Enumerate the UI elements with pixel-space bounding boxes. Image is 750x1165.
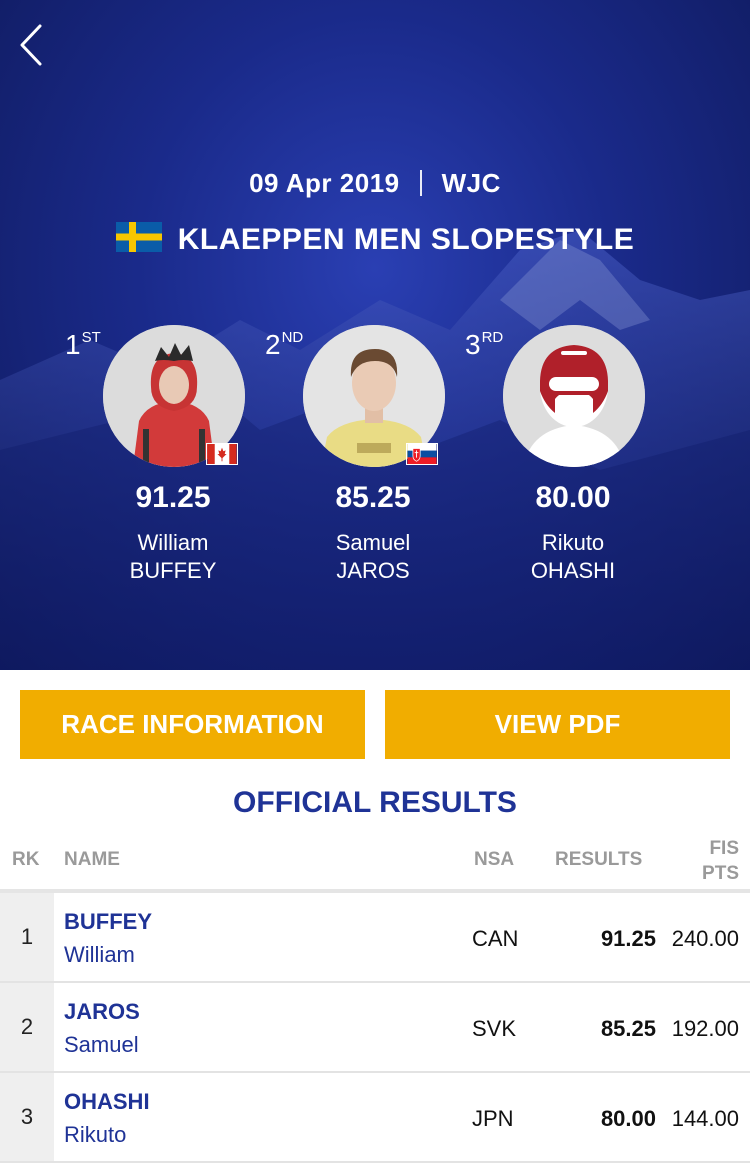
view-pdf-button[interactable]: VIEW PDF	[385, 690, 730, 759]
podium-rank: 1ST	[65, 329, 101, 360]
slovakia-flag-icon	[406, 443, 438, 465]
event-category: WJC	[441, 168, 501, 198]
row-first-name: Rikuto	[64, 1122, 127, 1147]
event-hero: 09 Apr 2019 WJC KLAEPPEN MEN SLOPESTYLE 1…	[0, 0, 750, 670]
column-fis-pts: FIS PTS	[702, 838, 739, 884]
results-title: OFFICIAL RESULTS	[233, 786, 517, 819]
row-fis-points: 144.00	[671, 1106, 739, 1131]
row-first-name: Samuel	[64, 1032, 139, 1057]
podium-rank: 2ND	[265, 329, 304, 360]
athlete-score: 80.00	[535, 481, 611, 514]
row-fis-points: 240.00	[671, 926, 739, 951]
row-last-name: JAROS	[64, 999, 140, 1024]
row-rank: 1	[0, 893, 54, 981]
athlete-last-name: BUFFEY	[129, 558, 217, 583]
sweden-flag-icon	[115, 222, 162, 252]
row-last-name: BUFFEY	[64, 909, 152, 934]
column-name: NAME	[64, 849, 120, 870]
row-rank: 2	[0, 983, 54, 1071]
row-last-name: OHASHI	[64, 1089, 150, 1114]
table-row[interactable]: 1 BUFFEY William CAN 91.25 240.00	[0, 893, 750, 983]
table-row[interactable]: 3 OHASHI Rikuto JPN 80.00 144.00	[0, 1073, 750, 1163]
podium-second[interactable]: 2ND 85.25 Samuel JAROS	[265, 325, 473, 595]
column-nsa: NSA	[474, 849, 515, 870]
athlete-first-name: Rikuto	[541, 530, 605, 555]
athlete-last-name: JAROS	[336, 558, 410, 583]
athlete-last-name: OHASHI	[530, 558, 616, 583]
event-date: 09 Apr 2019	[249, 168, 400, 198]
row-result: 80.00	[600, 1106, 656, 1131]
race-information-button[interactable]: RACE INFORMATION	[20, 690, 365, 759]
athlete-score: 91.25	[135, 481, 211, 514]
row-rank: 3	[0, 1073, 54, 1161]
results-table-header: RK NAME NSA RESULTS FIS PTS	[0, 832, 750, 890]
row-first-name: William	[64, 942, 135, 967]
divider	[419, 170, 422, 196]
column-results: RESULTS	[555, 849, 643, 870]
placeholder-avatar-icon	[503, 325, 645, 467]
row-nsa: SVK	[472, 1016, 517, 1041]
podium-rank: 3RD	[465, 329, 504, 360]
column-rk: RK	[12, 849, 40, 870]
row-nsa: JPN	[472, 1106, 514, 1131]
row-result: 85.25	[600, 1016, 656, 1041]
athlete-score: 85.25	[335, 481, 411, 514]
canada-flag-icon	[206, 443, 238, 465]
athlete-first-name: William	[137, 530, 209, 555]
event-title: KLAEPPEN MEN SLOPESTYLE	[177, 223, 635, 256]
table-row[interactable]: 2 JAROS Samuel SVK 85.25 192.00	[0, 983, 750, 1073]
podium-third[interactable]: 3RD 80.00 Rikuto OHASHI	[465, 325, 673, 595]
row-fis-points: 192.00	[671, 1016, 739, 1041]
athlete-first-name: Samuel	[335, 530, 411, 555]
row-result: 91.25	[600, 926, 656, 951]
event-title-row: KLAEPPEN MEN SLOPESTYLE	[0, 222, 750, 257]
podium-first[interactable]: 1ST 91.25 William BUFFEY	[65, 325, 273, 595]
chevron-left-icon	[20, 24, 42, 66]
row-nsa: CAN	[472, 926, 519, 951]
event-date-row: 09 Apr 2019 WJC	[0, 168, 750, 199]
back-button[interactable]	[10, 18, 50, 72]
